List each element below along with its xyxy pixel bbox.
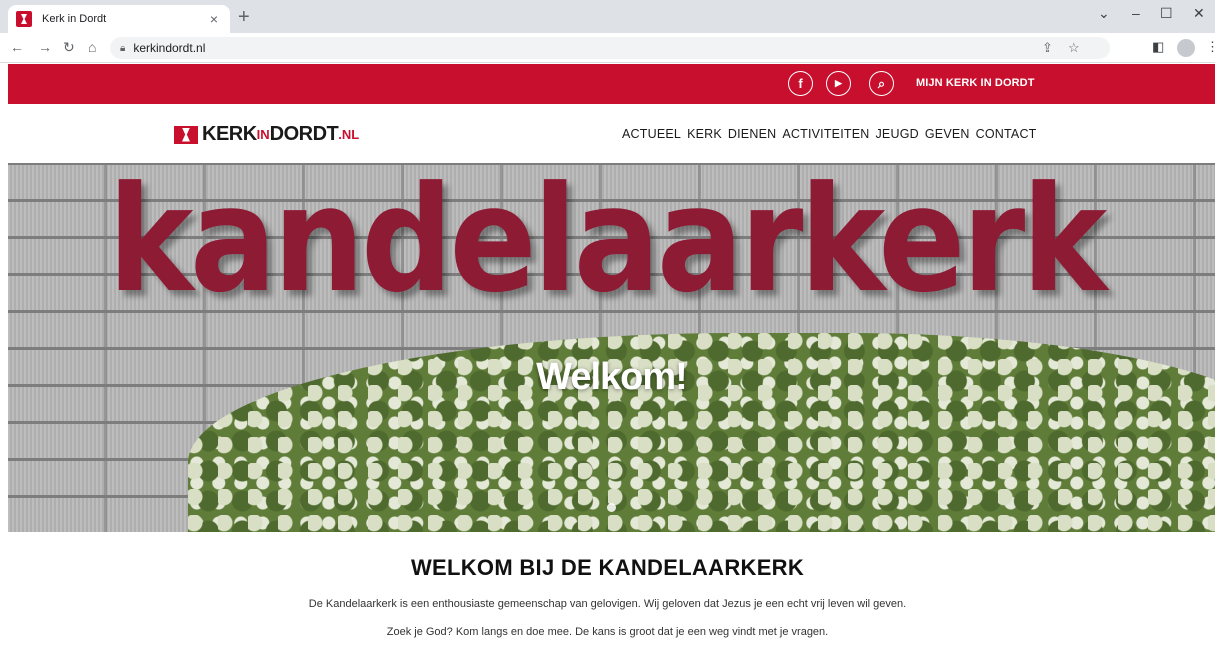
side-panel-icon[interactable]: ◧ <box>1152 39 1164 55</box>
tab-close-icon[interactable]: × <box>206 11 222 27</box>
logo-text-nl: .NL <box>338 127 360 142</box>
home-icon[interactable]: ⌂ <box>88 39 96 55</box>
minimize-icon[interactable]: – <box>1132 5 1140 21</box>
lock-icon[interactable]: 🔒︎ <box>120 43 125 54</box>
hero-title: Welkom! <box>536 356 688 398</box>
forward-icon[interactable]: → <box>38 39 52 55</box>
slider-dot[interactable] <box>607 503 616 512</box>
menu-item-geven[interactable]: GEVEN <box>925 127 970 141</box>
menu-item-actueel[interactable]: ACTUEEL <box>622 127 681 141</box>
search-icon[interactable]: ⌕ <box>869 71 894 96</box>
mijn-kerk-link[interactable]: MIJN KERK IN DORDT <box>916 77 1035 89</box>
main-menu: ACTUEEL KERK DIENEN ACTIVITEITEN JEUGD G… <box>622 127 1037 141</box>
menu-item-kerk[interactable]: KERK <box>687 127 722 141</box>
profile-avatar-icon[interactable] <box>1177 39 1195 57</box>
intro-paragraph-2: Zoek je God? Kom langs en doe mee. De ka… <box>386 626 829 638</box>
site-header: KERK IN DORDT .NL ACTUEEL KERK DIENEN AC… <box>8 104 1215 162</box>
welcome-heading: WELKOM BIJ DE KANDELAARKERK <box>410 555 805 580</box>
site-topbar: f ▶ ⌕ MIJN KERK IN DORDT <box>8 64 1215 104</box>
menu-item-activiteiten[interactable]: ACTIVITEITEN <box>782 127 869 141</box>
tab-search-icon[interactable]: ⌄ <box>1098 5 1110 22</box>
tab-title: Kerk in Dordt <box>42 13 107 25</box>
browser-menu-icon[interactable]: ⋮ <box>1206 39 1215 55</box>
browser-tab[interactable]: Kerk in Dordt × <box>8 5 230 33</box>
logo-mark-icon <box>174 125 198 144</box>
logo-text-in: IN <box>256 127 270 142</box>
hero-banner: kandelaarkerk Welkom! <box>8 163 1215 532</box>
facebook-icon[interactable]: f <box>788 71 813 96</box>
browser-tabbar: Kerk in Dordt × + ⌄ – ☐ ✕ <box>0 0 1215 33</box>
back-icon[interactable]: ← <box>10 39 24 55</box>
browser-toolbar: ← → ↻ ⌂ 🔒︎ kerkindordt.nl ⇪ ☆ ◧ ⋮ <box>0 33 1215 63</box>
site-logo[interactable]: KERK IN DORDT .NL <box>174 123 359 146</box>
intro-paragraph-1: De Kandelaarkerk is een enthousiaste gem… <box>308 598 907 610</box>
address-bar[interactable]: 🔒︎ kerkindordt.nl ⇪ ☆ <box>110 37 1110 59</box>
site-favicon-icon <box>16 11 32 27</box>
menu-item-contact[interactable]: CONTACT <box>976 127 1037 141</box>
share-icon[interactable]: ⇪ <box>1042 40 1053 56</box>
reload-icon[interactable]: ↻ <box>63 39 75 56</box>
menu-item-jeugd[interactable]: JEUGD <box>875 127 918 141</box>
menu-item-dienen[interactable]: DIENEN <box>728 127 776 141</box>
new-tab-button[interactable]: + <box>238 6 250 29</box>
youtube-icon[interactable]: ▶ <box>826 71 851 96</box>
bookmark-star-icon[interactable]: ☆ <box>1068 40 1080 56</box>
close-window-icon[interactable]: ✕ <box>1193 5 1205 22</box>
url-text: kerkindordt.nl <box>133 41 206 55</box>
church-sign: kandelaarkerk <box>108 163 1107 325</box>
logo-text-kerk: KERK <box>202 123 257 145</box>
logo-text-dordt: DORDT <box>269 123 339 145</box>
maximize-icon[interactable]: ☐ <box>1160 5 1173 22</box>
